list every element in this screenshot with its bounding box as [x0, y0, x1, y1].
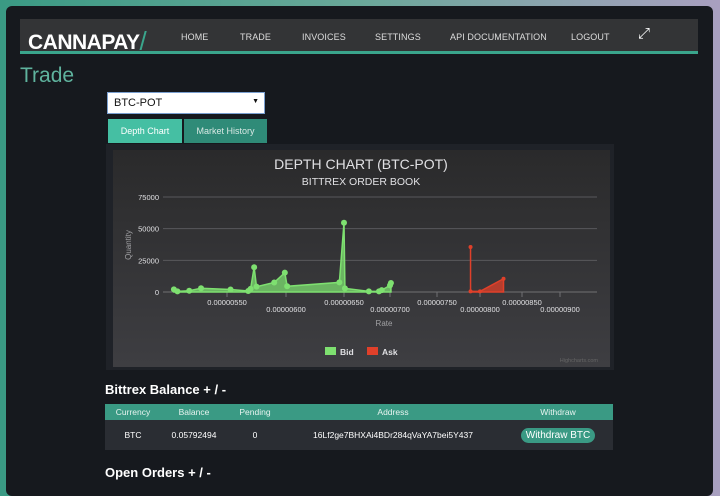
legend-label-bid: Bid: [340, 347, 354, 357]
col-balance: Balance: [161, 404, 227, 420]
y-tick-label: 0: [155, 288, 159, 297]
x-tick-label: 0.00000700: [370, 305, 410, 314]
pair-select[interactable]: BTC-POT ▼: [107, 92, 265, 114]
col-address: Address: [283, 404, 503, 420]
data-point-ask: [501, 276, 506, 281]
data-point-bid: [387, 280, 394, 287]
nav-logout[interactable]: LOGOUT: [571, 32, 610, 42]
data-point-ask: [468, 289, 473, 294]
y-axis-label: Quantity: [124, 230, 133, 260]
legend-label-ask: Ask: [382, 347, 398, 357]
legend-swatch-bid: [325, 347, 336, 355]
col-pending: Pending: [227, 404, 283, 420]
x-tick-label: 0.00000850: [502, 298, 542, 307]
balance-table: Currency Balance Pending Address Withdra…: [105, 404, 613, 450]
data-point-bid: [336, 279, 343, 286]
open-orders-title[interactable]: Open Orders + / -: [105, 465, 211, 480]
data-point-bid: [253, 283, 260, 290]
x-tick-label: 0.00000650: [324, 298, 364, 307]
cell-currency: BTC: [105, 420, 161, 450]
withdraw-btc-button[interactable]: Withdraw BTC: [520, 427, 596, 443]
nav-home[interactable]: HOME: [181, 32, 208, 42]
x-tick-label: 0.00000900: [540, 305, 580, 314]
nav-invoices[interactable]: INVOICES: [302, 32, 346, 42]
data-point-bid: [251, 264, 258, 271]
data-point-bid: [281, 269, 288, 276]
navbar: CANNAPAY/ HOME TRADE INVOICES SETTINGS A…: [20, 19, 698, 56]
chart-subtitle: BITTREX ORDER BOOK: [302, 176, 420, 188]
x-tick-label: 0.00000750: [417, 298, 457, 307]
data-point-ask: [478, 289, 482, 294]
chevron-down-icon: ▼: [252, 98, 259, 105]
data-point-bid: [341, 219, 347, 226]
cell-address: 16Lf2ge7BHXAi4BDr284qVaYA7bei5Y437: [283, 420, 503, 450]
legend-swatch-ask: [367, 347, 378, 355]
y-tick-label: 75000: [138, 193, 159, 202]
cell-balance: 0.05792494: [161, 420, 227, 450]
data-point-bid: [186, 287, 193, 294]
expand-arrows-icon[interactable]: ⤢: [638, 25, 650, 42]
nav-api-documentation[interactable]: API DOCUMENTATION: [450, 32, 547, 42]
y-tick-label: 25000: [138, 256, 159, 265]
page-title: Trade: [20, 64, 75, 87]
logo[interactable]: CANNAPAY/: [28, 25, 147, 56]
nav-settings[interactable]: SETTINGS: [375, 32, 421, 42]
nav-trade[interactable]: TRADE: [240, 32, 271, 42]
chart-credit: Highcharts.com: [560, 358, 599, 364]
data-point-bid: [227, 286, 234, 293]
data-point-bid: [378, 287, 385, 294]
depth-chart: DEPTH CHART (BTC-POT) BITTREX ORDER BOOK 0…: [113, 150, 610, 367]
table-row: BTC 0.05792494 0 16Lf2ge7BHXAi4BDr284qVa…: [105, 420, 613, 450]
y-tick-label: 50000: [138, 225, 159, 234]
x-tick-label: 0.00000800: [460, 305, 500, 314]
data-point-bid: [271, 279, 278, 286]
data-point-bid: [247, 285, 254, 292]
balance-title[interactable]: Bittrex Balance + / -: [105, 382, 226, 397]
col-currency: Currency: [105, 404, 161, 420]
x-axis-label: Rate: [376, 319, 393, 328]
cell-pending: 0: [227, 420, 283, 450]
chart-title: DEPTH CHART (BTC-POT): [274, 156, 448, 172]
data-point-bid: [284, 283, 291, 290]
data-point-bid: [198, 285, 205, 292]
x-tick-label: 0.00000550: [207, 298, 247, 307]
data-point-bid: [365, 288, 372, 295]
tab-market-history[interactable]: Market History: [184, 119, 267, 143]
tab-depth-chart[interactable]: Depth Chart: [108, 119, 182, 143]
data-point-bid: [341, 285, 348, 292]
col-withdraw: Withdraw: [503, 404, 613, 420]
data-point-ask: [468, 245, 473, 250]
x-tick-label: 0.00000600: [266, 305, 306, 314]
data-point-bid: [174, 288, 181, 295]
